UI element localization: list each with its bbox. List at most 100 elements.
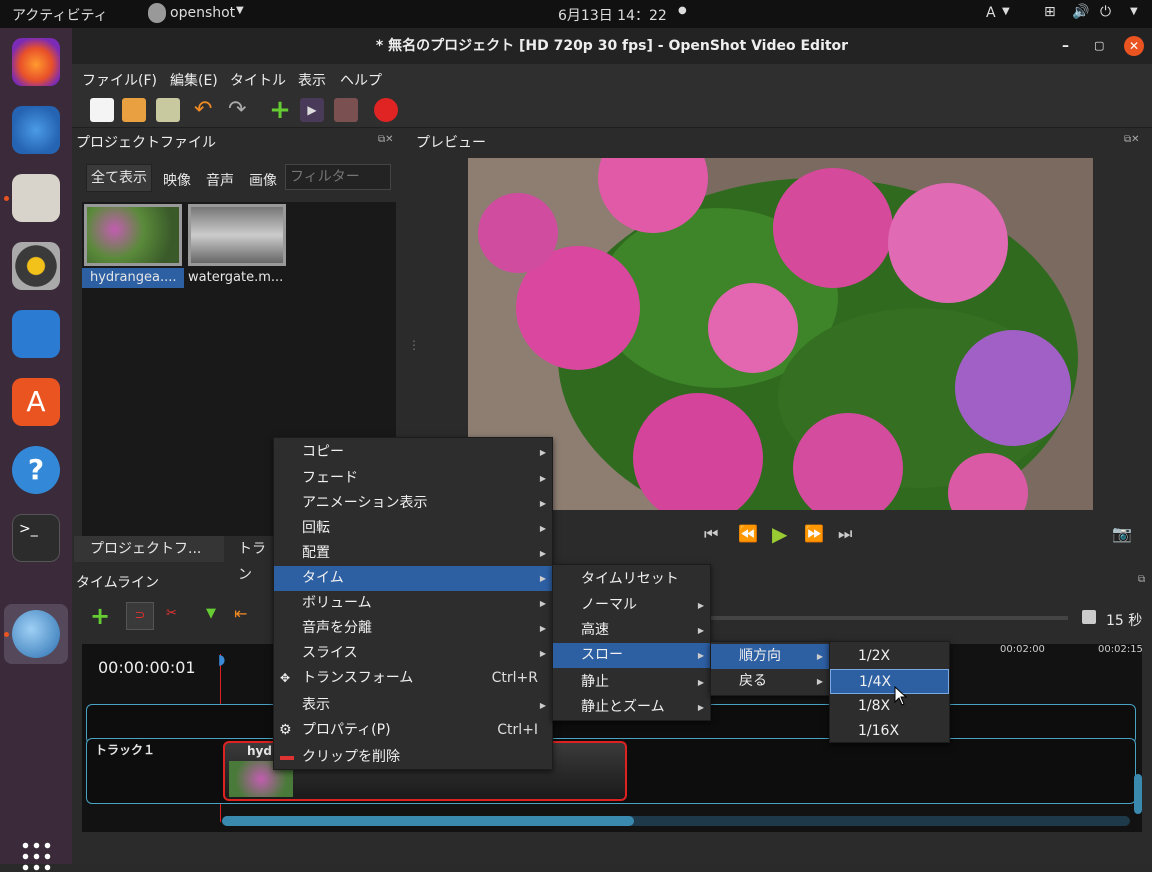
filter-all-button[interactable]: 全て表示 (86, 164, 152, 192)
menu-item-time[interactable]: タイム ▶ (274, 566, 552, 591)
app-menu-button[interactable]: openshot (170, 5, 235, 21)
menu-item-sixteenth-speed[interactable]: 1/16X (830, 719, 949, 744)
menu-item-eighth-speed[interactable]: 1/8X (830, 694, 949, 719)
menu-item-slow[interactable]: スロー ▶ (553, 643, 710, 668)
snapshot-camera-icon[interactable]: 📷 (1112, 524, 1132, 543)
menu-item-slice[interactable]: スライス ▶ (274, 641, 552, 666)
tab-transitions[interactable]: トラン (224, 536, 274, 583)
watergate-thumbnail[interactable] (188, 204, 286, 266)
network-icon[interactable]: ⊞ (1044, 4, 1056, 20)
thunderbird-icon[interactable] (12, 106, 60, 154)
menu-item-quarter-speed[interactable]: 1/4X (830, 669, 949, 694)
menu-item-fade[interactable]: フェード ▶ (274, 466, 552, 491)
add-marker-icon[interactable]: ▼ (206, 606, 216, 621)
volume-icon[interactable]: 🔊 (1072, 4, 1089, 20)
horizontal-scrollbar-thumb[interactable] (222, 816, 634, 826)
menu-item-remove-clip[interactable]: クリップを削除 (274, 745, 552, 770)
filter-input[interactable] (285, 164, 391, 190)
export-icon[interactable] (334, 98, 358, 122)
vertical-scrollbar[interactable] (1134, 774, 1142, 814)
menu-item-half-speed[interactable]: 1/2X (830, 644, 949, 669)
file-label[interactable]: hydrangea.... (82, 268, 184, 288)
add-track-icon[interactable]: + (90, 602, 110, 630)
razor-icon[interactable]: ✂ (166, 606, 177, 621)
playhead-handle-icon[interactable]: ◗ (218, 652, 225, 668)
record-icon[interactable] (374, 98, 398, 122)
redo-icon[interactable]: ↷ (228, 98, 252, 122)
app-grid-icon[interactable] (20, 840, 52, 872)
file-label[interactable]: watergate.m... (188, 268, 283, 288)
menu-item-forward[interactable]: 順方向 ▶ (711, 644, 829, 669)
menu-view[interactable]: 表示 (298, 70, 326, 90)
menu-item-volume[interactable]: ボリューム ▶ (274, 591, 552, 616)
menu-item-properties[interactable]: ⚙ プロパティ(P) Ctrl+I (274, 718, 552, 743)
input-method-button[interactable]: A (986, 5, 996, 21)
save-project-icon[interactable] (156, 98, 180, 122)
snapping-magnet-icon[interactable]: ⊃ (126, 602, 154, 630)
track-1[interactable]: トラック１ hyd (86, 738, 1136, 804)
menu-bar: ファイル(F) 編集(E) タイトル 表示 ヘルプ (72, 64, 1152, 92)
minimize-icon[interactable]: – (1062, 28, 1069, 64)
menu-item-fast[interactable]: 高速 ▶ (553, 618, 710, 643)
menu-item-rotate[interactable]: 回転 ▶ (274, 516, 552, 541)
panel-float-icon[interactable]: ⧉ (1138, 574, 1145, 585)
activities-button[interactable]: アクティビティ (12, 5, 108, 25)
tab-project-files[interactable]: プロジェクトフ... (74, 536, 224, 562)
undo-icon[interactable]: ↶ (194, 98, 218, 122)
submenu-arrow-icon: ▶ (539, 499, 546, 508)
menu-item-time-reset[interactable]: タイムリセット (553, 567, 710, 592)
openshot-icon[interactable] (12, 610, 60, 658)
writer-icon[interactable] (12, 310, 60, 358)
new-project-icon[interactable] (90, 98, 114, 122)
panel-float-close-icons[interactable]: ⧉✕ (1124, 134, 1140, 145)
menu-item-freeze-zoom[interactable]: 静止とズーム ▶ (553, 695, 710, 720)
menu-help[interactable]: ヘルプ (340, 70, 382, 90)
menu-item-layout[interactable]: 配置 ▶ (274, 541, 552, 566)
menu-item-separate-audio[interactable]: 音声を分離 ▶ (274, 616, 552, 641)
menu-file[interactable]: ファイル(F) (82, 70, 157, 90)
jump-start-icon[interactable]: ⏮ (704, 524, 718, 544)
jump-end-icon[interactable]: ⏭ (838, 524, 852, 544)
menu-item-label: 静止とズーム (581, 699, 665, 715)
hydrangea-thumbnail[interactable] (84, 204, 182, 266)
rhythmbox-icon[interactable] (12, 242, 60, 290)
files-icon[interactable] (12, 174, 60, 222)
openshot-window: * 無名のプロジェクト [HD 720p 30 fps] - OpenShot … (72, 28, 1152, 864)
software-icon[interactable]: A (12, 378, 60, 426)
terminal-icon[interactable]: >_ (12, 514, 60, 562)
fast-forward-icon[interactable]: ⏩ (804, 524, 824, 543)
menu-item-copy[interactable]: コピー ▶ (274, 440, 552, 465)
filter-audio-button[interactable]: 音声 (206, 170, 234, 190)
zoom-slider[interactable] (672, 616, 1068, 620)
import-files-icon[interactable]: + (268, 97, 292, 123)
help-icon[interactable]: ? (12, 446, 60, 494)
panel-float-close-icons[interactable]: ⧉✕ (378, 134, 394, 145)
menu-title[interactable]: タイトル (230, 70, 286, 90)
menu-item-display[interactable]: 表示 ▶ (274, 693, 552, 718)
menu-edit[interactable]: 編集(E) (170, 70, 218, 90)
filter-video-button[interactable]: 映像 (163, 170, 191, 190)
power-icon[interactable]: ⏻ (1100, 4, 1111, 20)
menu-item-label: クリップを削除 (302, 749, 400, 765)
previous-marker-icon[interactable]: ⇤ (234, 604, 247, 623)
open-project-icon[interactable] (122, 98, 146, 122)
splitter-handle[interactable]: ⋮ (408, 338, 420, 352)
preview-icon[interactable]: ▶ (300, 98, 324, 122)
menu-item-label: 表示 (302, 697, 330, 713)
menu-item-backward[interactable]: 戻る ▶ (711, 669, 829, 694)
play-icon[interactable]: ▶ (772, 522, 787, 546)
menu-item-normal[interactable]: ノーマル ▶ (553, 593, 710, 618)
clock[interactable]: 6月13日 14：22 (558, 5, 667, 25)
close-icon[interactable]: ✕ (1124, 36, 1144, 56)
window-title: * 無名のプロジェクト [HD 720p 30 fps] - OpenShot … (375, 38, 849, 54)
zoom-handle-icon[interactable] (1082, 610, 1096, 624)
zoom-label: 15 秒 (1106, 613, 1143, 629)
rewind-icon[interactable]: ⏪ (738, 524, 758, 543)
menu-item-freeze[interactable]: 静止 ▶ (553, 670, 710, 695)
horizontal-scrollbar-track[interactable] (222, 816, 1130, 826)
firefox-icon[interactable] (12, 38, 60, 86)
menu-item-animation[interactable]: アニメーション表示 ▶ (274, 491, 552, 516)
maximize-icon[interactable]: ▢ (1094, 28, 1104, 64)
menu-item-transform[interactable]: ✥ トランスフォーム Ctrl+R (274, 666, 552, 691)
filter-image-button[interactable]: 画像 (249, 170, 277, 190)
